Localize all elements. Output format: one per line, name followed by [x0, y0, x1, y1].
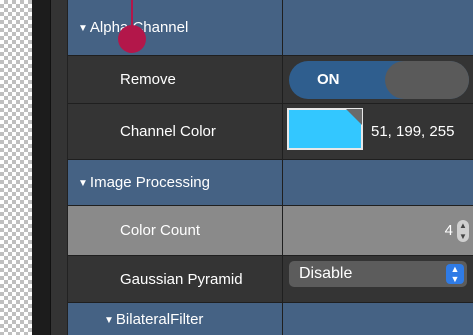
row-remove-value-cell: ON [283, 56, 473, 103]
channel-color-label: Channel Color [120, 123, 216, 140]
row-channel-color-value-cell: 51, 199, 255 [283, 104, 473, 159]
remove-toggle[interactable]: ON [289, 61, 469, 99]
section-bilateral-filter[interactable]: ▼ BilateralFilter [68, 303, 473, 335]
row-gaussian-pyramid-value-cell: Disable ▲ ▼ [283, 256, 473, 302]
section-alpha-channel-value [283, 0, 473, 55]
color-picker-corner-icon [346, 109, 362, 125]
toggle-knob[interactable] [385, 61, 469, 99]
section-bilateral-filter-value [283, 303, 473, 335]
channel-color-swatch[interactable] [287, 108, 363, 150]
section-image-processing-title: ▼ Image Processing [68, 174, 210, 191]
row-color-count-label-cell: Color Count [68, 206, 283, 255]
section-image-processing-header: ▼ Image Processing [68, 160, 283, 205]
row-remove: Remove ON [68, 56, 473, 104]
row-channel-color: Channel Color 51, 199, 255 [68, 104, 473, 160]
row-remove-label-cell: Remove [68, 56, 283, 103]
section-bilateral-filter-title: ▼ BilateralFilter [68, 311, 203, 328]
chevron-up-down-icon[interactable]: ▲ ▼ [446, 264, 464, 284]
disclosure-triangle-icon[interactable]: ▼ [78, 23, 88, 34]
row-color-count: Color Count 4 ▲ ▼ [68, 206, 473, 256]
gaussian-pyramid-select[interactable]: Disable ▲ ▼ [289, 261, 467, 287]
gaussian-pyramid-selected-value: Disable [299, 265, 353, 282]
left-scroll-track [32, 0, 51, 335]
section-image-processing-value [283, 160, 473, 205]
touch-indicator-dot [118, 25, 146, 53]
color-count-stepper[interactable]: ▲ ▼ [457, 219, 469, 242]
color-count-value[interactable]: 4 [445, 222, 453, 239]
row-gaussian-pyramid: Gaussian Pyramid Disable ▲ ▼ [68, 256, 473, 303]
row-color-count-value-cell: 4 ▲ ▼ [283, 206, 473, 255]
gaussian-pyramid-label: Gaussian Pyramid [120, 270, 243, 288]
section-image-processing-label: Image Processing [89, 174, 210, 191]
section-bilateral-filter-header: ▼ BilateralFilter [68, 303, 283, 335]
disclosure-triangle-icon[interactable]: ▼ [104, 315, 114, 326]
disclosure-triangle-icon[interactable]: ▼ [78, 178, 88, 189]
section-alpha-channel-header: ▼ Alpha Channel [68, 0, 283, 55]
section-image-processing[interactable]: ▼ Image Processing [68, 160, 473, 206]
row-gaussian-pyramid-label-cell: Gaussian Pyramid [68, 256, 283, 302]
row-channel-color-label-cell: Channel Color [68, 104, 283, 159]
toggle-on-label: ON [317, 71, 340, 88]
color-count-label: Color Count [120, 222, 201, 239]
channel-color-rgb-value: 51, 199, 255 [371, 123, 455, 140]
canvas-checkerboard [0, 0, 32, 335]
indent-gutter [51, 0, 68, 335]
section-bilateral-filter-label: BilateralFilter [115, 310, 204, 328]
remove-label: Remove [120, 71, 176, 88]
